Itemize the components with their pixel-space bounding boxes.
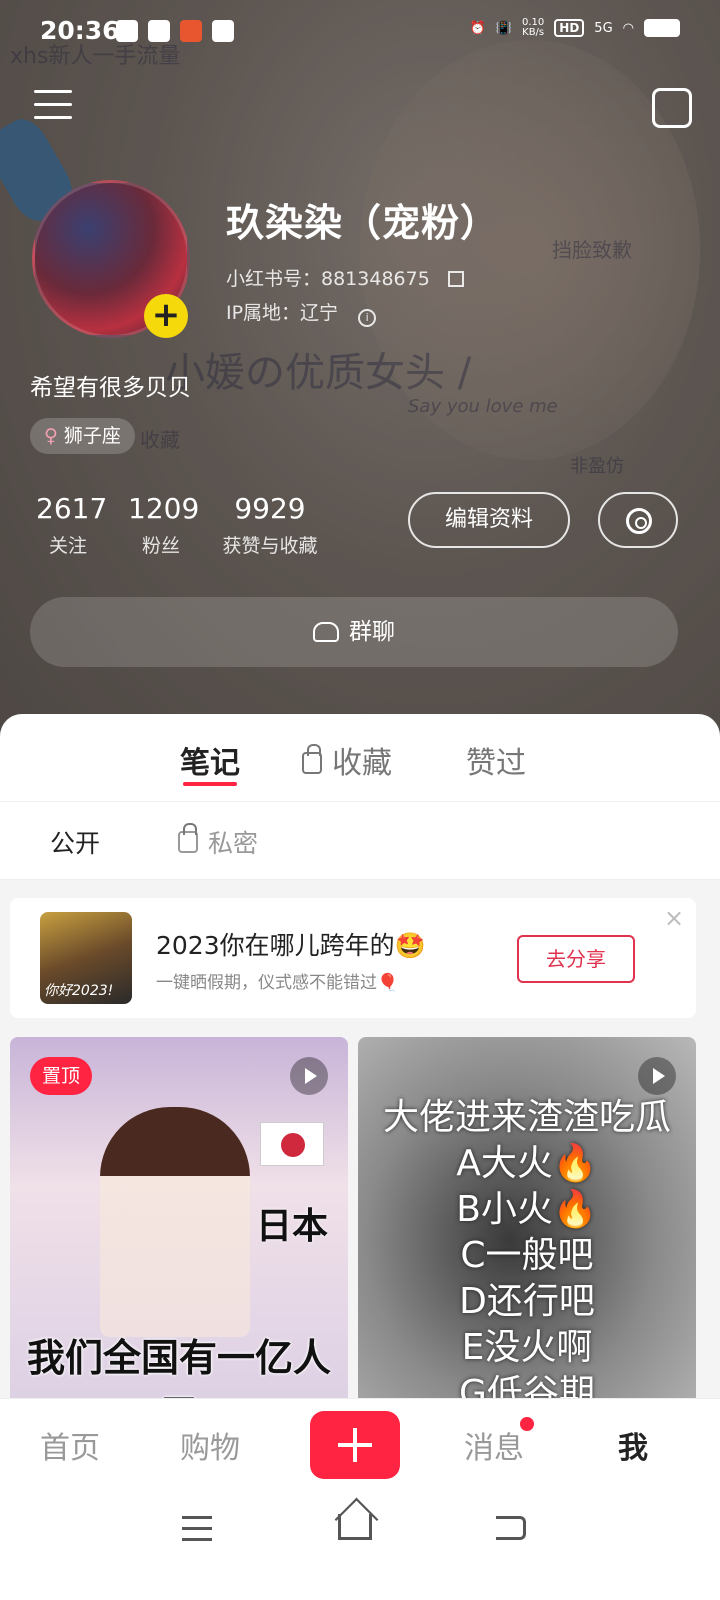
menu-icon[interactable]: [34, 90, 72, 124]
status-time: 20:36: [40, 16, 120, 45]
female-icon: ♀: [44, 425, 58, 447]
red-id-text: 小红书号：881348675: [226, 268, 430, 290]
stat-likes-collects[interactable]: 9929 获赞与收藏: [214, 492, 326, 558]
subtab-private[interactable]: 私密: [178, 823, 259, 860]
note-image-text: 日本: [255, 1206, 328, 1247]
nav-home[interactable]: 首页: [40, 1423, 100, 1467]
nav-shopping[interactable]: 购物: [180, 1423, 240, 1467]
anime-figure-image: [100, 1107, 250, 1337]
caption-line: 大佬进来渣渣吃瓜: [382, 1097, 671, 1138]
note-card[interactable]: 大佬进来渣渣吃瓜 A大火🔥 B小火🔥 C一般吧 D还行吧 E没火啊 G低谷期: [358, 1037, 696, 1407]
stat-value: 2617: [36, 492, 108, 525]
stat-label: 粉丝: [141, 535, 180, 557]
japan-flag-image: [260, 1122, 324, 1166]
add-note-button[interactable]: [310, 1411, 400, 1479]
share-banner[interactable]: 你好2023! 2023你在哪儿跨年的🤩 一键晒假期，仪式感不能错过🎈 去分享 …: [10, 898, 696, 1018]
tab-collects-label: 收藏: [332, 746, 392, 781]
unread-dot: [520, 1417, 534, 1431]
stat-following[interactable]: 2617 关注: [36, 492, 108, 558]
caption-line: B小火🔥: [456, 1189, 598, 1230]
recent-apps-icon[interactable]: [182, 1516, 212, 1549]
subtab-private-label: 私密: [208, 829, 259, 858]
telegram-icon: [116, 20, 138, 42]
group-chat-button[interactable]: 群聊: [30, 597, 678, 667]
go-share-button[interactable]: 去分享: [517, 935, 635, 983]
back-icon[interactable]: [496, 1516, 526, 1540]
settings-button[interactable]: [598, 492, 678, 548]
profile-bio[interactable]: 希望有很多贝贝: [30, 368, 191, 402]
stat-value: 9929: [234, 492, 306, 525]
pinned-badge: 置顶: [30, 1057, 93, 1095]
add-avatar-icon[interactable]: +: [144, 294, 188, 338]
play-icon: [638, 1057, 676, 1095]
note-image-caption: 我们全国有一亿人口: [26, 1336, 331, 1407]
bottom-navigation: 首页 购物 消息 我: [0, 1398, 720, 1490]
nav-messages[interactable]: 消息: [464, 1423, 524, 1467]
watermark-text: Say you love me: [408, 396, 558, 417]
ip-location: IP属地：辽宁 i: [226, 298, 377, 327]
zodiac-label: 狮子座: [63, 425, 121, 447]
battery-icon: [644, 19, 680, 37]
profile-tabs: 笔记 收藏 赞过: [0, 714, 720, 802]
note-card[interactable]: 日本 我们全国有一亿人口 置顶: [10, 1037, 348, 1407]
share-icon[interactable]: [652, 88, 692, 128]
active-tab-indicator: [183, 782, 237, 786]
gear-icon: [626, 508, 652, 534]
tab-notes[interactable]: 笔记: [180, 738, 240, 782]
caption-line: D还行吧: [459, 1281, 595, 1322]
notes-feed: 你好2023! 2023你在哪儿跨年的🤩 一键晒假期，仪式感不能错过🎈 去分享 …: [0, 880, 720, 1407]
zodiac-tag[interactable]: ♀ 狮子座: [30, 418, 135, 454]
wifi-icon: ◠: [622, 20, 634, 36]
watermark-text: 收藏: [140, 428, 180, 452]
group-chat-label: 群聊: [349, 619, 395, 645]
notification-icons: [116, 20, 234, 42]
watermark-text: 非盈仿: [570, 456, 624, 477]
note-visibility-tabs: 公开 私密: [0, 802, 720, 880]
system-navigation-bar: [0, 1490, 720, 1600]
book-icon: [148, 20, 170, 42]
subtab-public[interactable]: 公开: [50, 824, 100, 860]
edit-profile-button[interactable]: 编辑资料: [408, 492, 570, 548]
banner-title: 2023你在哪儿跨年的🤩: [156, 931, 426, 960]
lock-icon: [178, 823, 198, 853]
signal-icon: 5G: [594, 20, 613, 36]
stat-followers[interactable]: 1209 粉丝: [128, 492, 200, 558]
nav-me[interactable]: 我: [618, 1423, 648, 1467]
red-id[interactable]: 小红书号：881348675: [226, 264, 464, 291]
qr-code-icon[interactable]: [447, 271, 464, 287]
lock-icon: [302, 744, 322, 774]
gauge-icon: [212, 20, 234, 42]
play-icon: [290, 1057, 328, 1095]
tab-collects[interactable]: 收藏: [302, 738, 392, 782]
stat-value: 1209: [128, 492, 200, 525]
vibrate-icon: 📳: [495, 20, 513, 36]
people-icon: [313, 622, 339, 642]
net-speed: 0.10 KB/s: [522, 17, 545, 38]
close-icon[interactable]: ×: [664, 904, 684, 932]
banner-thumbnail-text: 你好2023!: [44, 983, 114, 999]
watermark-text: 挡脸致歉: [552, 238, 632, 262]
caption-line: C一般吧: [460, 1235, 594, 1276]
status-bar: 20:36 ⏰ 📳 0.10 KB/s HD 5G ◠: [0, 0, 720, 64]
home-icon[interactable]: [338, 1514, 372, 1540]
caption-line: E没火啊: [461, 1327, 593, 1368]
system-status-icons: ⏰ 📳 0.10 KB/s HD 5G ◠: [470, 18, 680, 38]
caption-line: A大火🔥: [456, 1143, 598, 1184]
alarm-icon: ⏰: [469, 20, 486, 36]
info-icon[interactable]: i: [358, 309, 377, 327]
ip-location-text: IP属地：辽宁: [226, 302, 339, 324]
watermark-text: 小媛の优质女头 /: [165, 350, 472, 396]
stat-label: 获赞与收藏: [222, 535, 318, 557]
banner-subtitle: 一键晒假期，仪式感不能错过🎈: [156, 973, 399, 993]
note-image-caption: 大佬进来渣渣吃瓜 A大火🔥 B小火🔥 C一般吧 D还行吧 E没火啊 G低谷期: [358, 1095, 696, 1407]
hd-icon: HD: [554, 19, 585, 37]
stat-label: 关注: [48, 535, 87, 557]
app-notification-icon: [180, 20, 202, 42]
profile-nickname: 玖染染（宠粉）: [226, 201, 500, 245]
tab-liked[interactable]: 赞过: [466, 738, 526, 782]
